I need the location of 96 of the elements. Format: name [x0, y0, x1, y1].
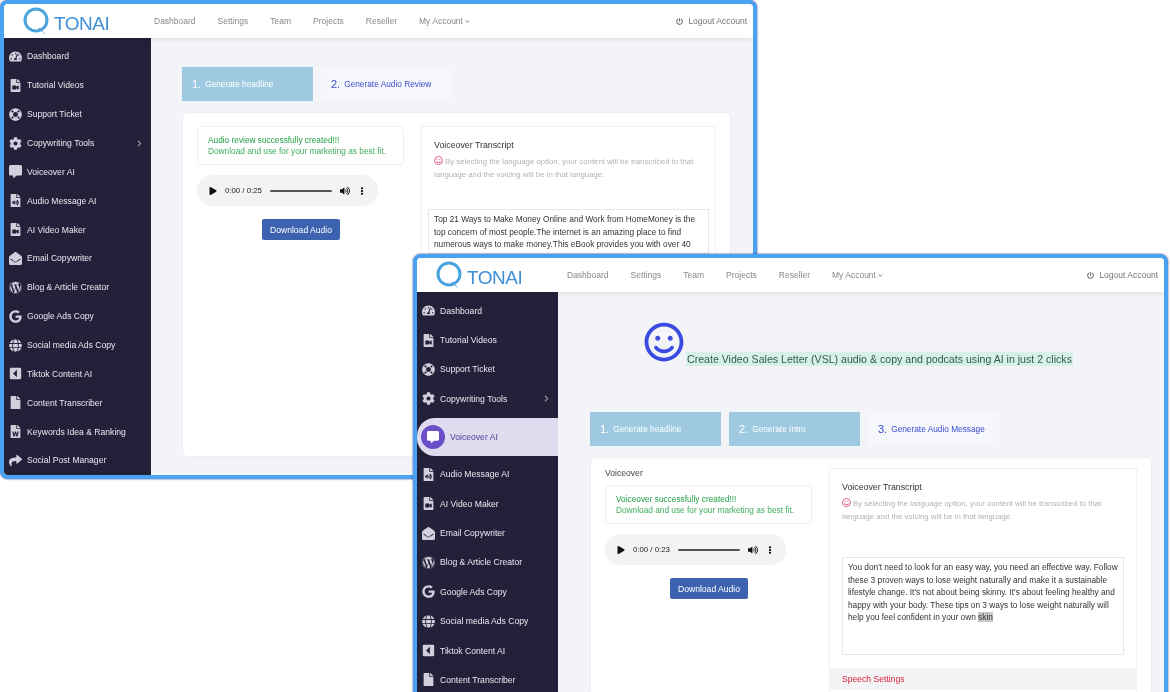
share-icon [8, 453, 22, 468]
success-text: Download and use for your marketing as best fit. [616, 505, 795, 515]
video-file-icon [8, 222, 22, 237]
sidebar-item[interactable]: Social media Ads Copy [417, 606, 558, 636]
sidebar-item[interactable]: Email Copywriter [417, 518, 558, 548]
file-icon [421, 673, 435, 687]
power-icon [676, 17, 684, 25]
nav-link[interactable]: Dashboard [567, 270, 609, 280]
sidebar-item[interactable]: Tiktok Content AI [4, 359, 151, 389]
transcript-title: Voiceover Transcript [842, 482, 923, 492]
gauge-icon [8, 49, 22, 64]
download-button[interactable]: Download Audio [262, 219, 340, 240]
envelope-icon [421, 526, 435, 541]
file-icon [8, 395, 22, 410]
smiley-icon [644, 322, 684, 362]
audio-file-icon [421, 467, 435, 482]
nav-link[interactable]: Settings [630, 270, 662, 280]
word-file-icon [8, 424, 22, 439]
sidebar-item[interactable]: Content Transcriber [4, 388, 151, 418]
more-icon[interactable] [766, 545, 774, 554]
transcript-title: Voiceover Transcript [434, 140, 515, 150]
nav-link[interactable]: Settings [217, 16, 249, 26]
video-file-icon [421, 333, 435, 348]
sidebar-item[interactable]: Blog & Article Creator [417, 547, 558, 578]
nav-link[interactable]: My Account [832, 270, 883, 280]
sidebar-item[interactable]: Audio Message AI [4, 186, 151, 216]
sidebar-item[interactable]: Tutorial Videos [4, 70, 151, 100]
transcript-field[interactable]: Top 21 Ways to Make Money Online and Work from HomeMoney is the top concern of most people.The internet is an amazing place to find numerous ways to make money.This eBook provides you with over 40 [428, 209, 709, 254]
audio-file-icon [8, 193, 22, 208]
success-title: Voiceover successfully created!!! [616, 494, 738, 504]
sidebar-item[interactable]: AI Video Maker [4, 215, 151, 244]
video-file-icon [421, 496, 435, 511]
sidebar-item[interactable]: AI Video Maker [417, 488, 558, 519]
power-icon [1087, 271, 1095, 279]
w-logo-icon [8, 280, 22, 295]
smiley-icon [842, 498, 851, 507]
lifebuoy-icon [421, 362, 435, 377]
chat-icon [421, 424, 445, 449]
sidebar-item[interactable]: Voiceover AI [417, 417, 558, 456]
nav-link[interactable]: Projects [726, 270, 757, 280]
settings-icon [421, 391, 435, 406]
logout-link[interactable]: Logout Account [1087, 270, 1158, 280]
nav-link[interactable]: Dashboard [154, 16, 196, 26]
sidebar-item[interactable]: Dashboard [417, 296, 558, 326]
nav-link[interactable]: Team [270, 16, 292, 26]
nav-link[interactable]: Reseller [778, 270, 810, 280]
sidebar-item[interactable]: Copywriting Tools [417, 384, 558, 414]
transcript-field[interactable]: You don't need to look for an easy way, you need an effective way. Follow these 3 proven ways to lose weight naturally and make it a sustainable lifestyle change. It's not about being skinny. It's about feeling healthy and happy with your body. These tips on 3 ways to lose weight naturally will help you feel confident in your own skin [842, 557, 1124, 655]
download-button[interactable]: Download Audio [670, 578, 748, 599]
logo-text: TONAI [54, 13, 110, 35]
sidebar-item[interactable]: Social media Ads Copy [4, 330, 151, 360]
sidebar-item[interactable]: Email Copywriter [4, 244, 151, 273]
logo-text: TONAI [467, 267, 523, 289]
section-label: Voiceover [605, 468, 643, 478]
sidebar-item[interactable]: Keywords Idea & Ranking [4, 417, 151, 447]
success-title: Audio review successfully created!!! [208, 135, 341, 145]
sidebar-item[interactable]: Tutorial Videos [417, 325, 558, 355]
w-logo-icon [421, 555, 435, 570]
sidebar-item[interactable]: Voiceover AI [4, 157, 151, 187]
settings-icon [8, 136, 22, 150]
success-text: Download and use for your marketing as best fit. [208, 146, 387, 156]
audio-progress-track[interactable] [269, 189, 332, 192]
nav-link[interactable]: My Account [419, 16, 470, 26]
smiley-icon [434, 156, 443, 165]
video-file-icon [8, 78, 22, 93]
envelope-icon [8, 251, 22, 266]
headline: Create Video Sales Letter (VSL) audio & copy and podcats using AI in just 2 clicks [686, 352, 1073, 366]
volume-icon[interactable] [748, 544, 758, 555]
sidebar-item[interactable]: Dashboard [4, 42, 151, 71]
lifebuoy-icon [8, 107, 22, 122]
sidebar-item[interactable]: Google Ads Copy [417, 577, 558, 607]
globe-icon [421, 614, 435, 629]
nav-link[interactable]: Reseller [365, 16, 397, 26]
audio-progress-track[interactable] [677, 548, 740, 551]
volume-icon[interactable] [340, 185, 350, 196]
gauge-icon [421, 303, 435, 318]
nav-link[interactable]: Team [683, 270, 705, 280]
play-icon[interactable] [617, 545, 625, 554]
nav-link[interactable]: Projects [313, 16, 344, 26]
sidebar-item[interactable]: Blog & Article Creator [4, 272, 151, 302]
g-logo-icon [8, 309, 22, 324]
sidebar-item[interactable]: Support Ticket [417, 354, 558, 385]
sidebar-item[interactable]: Tiktok Content AI [417, 635, 558, 666]
logout-link[interactable]: Logout Account [676, 16, 747, 26]
sidebar-item[interactable]: Content Transcriber [417, 665, 558, 692]
sidebar-item[interactable]: Google Ads Copy [4, 301, 151, 331]
sidebar-item[interactable]: Support Ticket [4, 99, 151, 129]
speech-settings-header[interactable]: Speech Settings [830, 668, 1136, 690]
chat-icon [8, 164, 22, 179]
sidebar-item[interactable]: Copywriting Tools [4, 128, 151, 158]
play-icon[interactable] [209, 186, 217, 195]
more-icon[interactable] [358, 186, 366, 195]
globe-icon [8, 338, 22, 352]
g-logo-icon [421, 584, 435, 599]
sidebar-item[interactable]: Social Post Manager [4, 446, 151, 475]
sidebar-item[interactable]: Audio Message AI [417, 459, 558, 489]
